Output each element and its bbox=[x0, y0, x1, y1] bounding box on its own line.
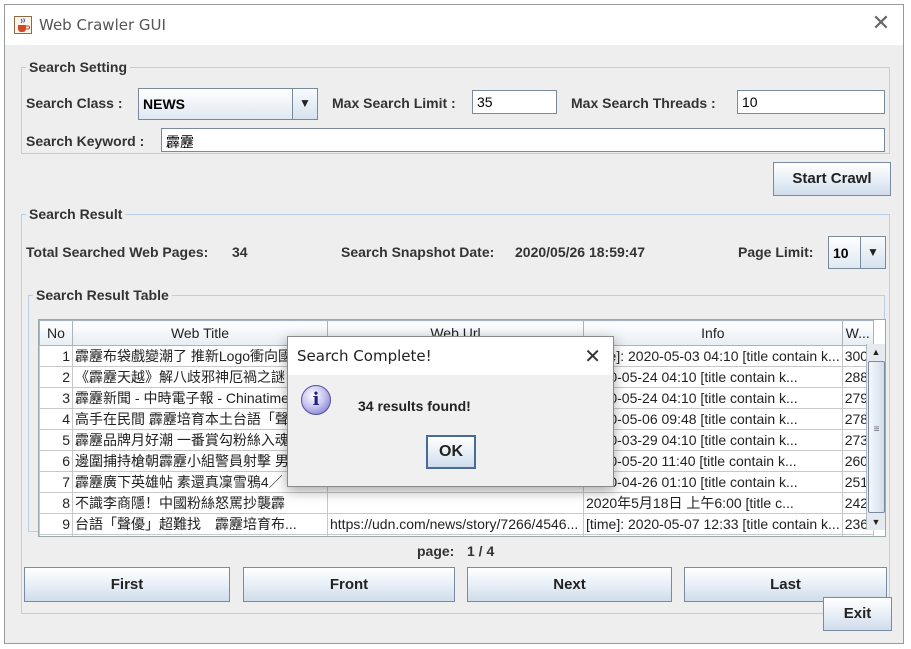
dialog-title: Search Complete! bbox=[297, 347, 432, 365]
total-pages-value: 34 bbox=[232, 244, 248, 260]
search-result-table-legend: Search Result Table bbox=[36, 287, 169, 303]
cell-info[interactable]: 2020-04-26 01:10 [title contain k... bbox=[583, 471, 843, 493]
total-pages-label: Total Searched Web Pages: bbox=[26, 244, 209, 260]
cell-info[interactable]: 2020-05-06 09:48 [title contain k... bbox=[583, 408, 843, 430]
cell-info[interactable]: 2020-03-29 04:10 [title contain k... bbox=[583, 429, 843, 451]
cell-web-url[interactable] bbox=[327, 492, 584, 514]
info-icon: i bbox=[301, 385, 331, 415]
search-keyword-label: Search Keyword : bbox=[26, 133, 145, 149]
cell-info[interactable]: 2020-05-24 04:10 [title contain k... bbox=[583, 387, 843, 409]
window-title: Web Crawler GUI bbox=[39, 16, 166, 34]
page-limit-value: 10 bbox=[833, 245, 849, 261]
main-window: Web Crawler GUI ✕ Search Setting Search … bbox=[4, 4, 904, 644]
page-label: page: bbox=[417, 543, 455, 559]
next-page-button[interactable]: Next bbox=[467, 567, 672, 602]
start-crawl-button[interactable]: Start Crawl bbox=[773, 162, 891, 196]
cell-no[interactable]: 7 bbox=[39, 471, 73, 493]
cell-weight[interactable]: 234 bbox=[841, 534, 874, 536]
exit-button[interactable]: Exit bbox=[823, 597, 892, 631]
cell-info[interactable]: [time]: 2020-05-03 04:10 [title contain … bbox=[583, 345, 843, 367]
cell-web-title[interactable]: 不識李商隱！中國粉絲怒罵抄襲霹 bbox=[72, 492, 328, 514]
page-limit-label: Page Limit: bbox=[738, 244, 814, 260]
triangle-down-icon[interactable]: ▼ bbox=[860, 237, 885, 268]
cell-web-url[interactable]: https://udn.com/news/story/7266/4546... bbox=[327, 513, 584, 535]
first-page-button[interactable]: First bbox=[24, 567, 230, 602]
search-class-value: NEWS bbox=[143, 96, 185, 112]
cell-no[interactable]: 10 bbox=[39, 534, 73, 536]
scroll-up-icon[interactable]: ▲ bbox=[867, 344, 885, 360]
cell-no[interactable]: 4 bbox=[39, 408, 73, 430]
cell-no[interactable]: 5 bbox=[39, 429, 73, 451]
search-class-label: Search Class : bbox=[26, 95, 123, 111]
triangle-down-icon[interactable]: ▼ bbox=[292, 89, 317, 119]
max-search-threads-input[interactable]: 10 bbox=[737, 90, 885, 114]
max-search-threads-label: Max Search Threads : bbox=[571, 95, 716, 111]
search-setting-panel: Search Setting Search Class : NEWS ▼ Max… bbox=[21, 59, 890, 154]
cell-info[interactable]: 2020-05-24 04:10 [title contain k... bbox=[583, 366, 843, 388]
column-header-weight[interactable]: W... bbox=[841, 320, 874, 346]
cell-web-title[interactable]: 台語「聲優」超難找 霹靂培育布... bbox=[72, 513, 328, 535]
cell-no[interactable]: 9 bbox=[39, 513, 73, 535]
search-complete-dialog: Search Complete! ✕ i 34 results found! O… bbox=[287, 336, 614, 487]
cell-no[interactable]: 6 bbox=[39, 450, 73, 472]
close-icon[interactable]: ✕ bbox=[869, 13, 893, 37]
snapshot-date-label: Search Snapshot Date: bbox=[341, 244, 495, 260]
max-search-limit-label: Max Search Limit : bbox=[332, 95, 456, 111]
table-scrollbar[interactable]: ▲ ≡ ▼ bbox=[866, 344, 885, 530]
table-row[interactable]: 9 台語「聲優」超難找 霹靂培育布... https://udn.com/news/… bbox=[39, 513, 874, 535]
ok-button[interactable]: OK bbox=[426, 435, 476, 469]
search-keyword-input[interactable]: 霹靂 bbox=[161, 128, 885, 152]
page-limit-dropdown[interactable]: 10 ▼ bbox=[828, 236, 886, 269]
cell-web-url[interactable]: https://www.chinatimes.com/newspap... bbox=[327, 534, 584, 536]
dialog-message: 34 results found! bbox=[358, 398, 471, 414]
cell-info[interactable]: 2020-05-20 11:40 [title contain k... bbox=[583, 450, 843, 472]
cell-info[interactable]: [time]: 2019-12-22 00:50 [title contain … bbox=[583, 534, 843, 536]
scrollbar-thumb[interactable]: ≡ bbox=[868, 361, 885, 513]
column-header-info[interactable]: Info bbox=[583, 320, 843, 346]
column-header-no[interactable]: No bbox=[39, 320, 73, 346]
cell-no[interactable]: 2 bbox=[39, 366, 73, 388]
search-class-dropdown[interactable]: NEWS ▼ bbox=[138, 88, 318, 120]
scroll-down-icon[interactable]: ▼ bbox=[867, 514, 885, 530]
cell-web-title[interactable]: 霹靂寶戲迷入會Dijfan直營播 順鐵 bbox=[72, 534, 328, 536]
page-indicator: 1 / 4 bbox=[467, 543, 495, 559]
max-search-limit-input[interactable]: 35 bbox=[472, 90, 557, 114]
search-setting-legend: Search Setting bbox=[29, 59, 128, 75]
cell-no[interactable]: 3 bbox=[39, 387, 73, 409]
java-cup-icon bbox=[14, 16, 32, 34]
cell-no[interactable]: 1 bbox=[39, 345, 73, 367]
table-row[interactable]: 10霹靂寶戲迷入會Dijfan直營播 順鐵https://www.chinati… bbox=[39, 534, 874, 536]
cell-info[interactable]: 2020年5月18日 上午6:00 [title c... bbox=[583, 492, 843, 514]
cell-info[interactable]: [time]: 2020-05-07 12:33 [title contain … bbox=[583, 513, 843, 535]
snapshot-date-value: 2020/05/26 18:59:47 bbox=[515, 244, 645, 260]
table-row[interactable]: 8 不識李商隱！中國粉絲怒罵抄襲霹 2020年5月18日 上午6:00 [title… bbox=[39, 492, 874, 514]
close-icon[interactable]: ✕ bbox=[584, 344, 601, 368]
title-bar: Web Crawler GUI ✕ bbox=[5, 5, 903, 45]
cell-no[interactable]: 8 bbox=[39, 492, 73, 514]
search-result-legend: Search Result bbox=[29, 206, 123, 222]
front-page-button[interactable]: Front bbox=[243, 567, 455, 602]
dialog-title-bar: Search Complete! ✕ bbox=[288, 337, 613, 375]
